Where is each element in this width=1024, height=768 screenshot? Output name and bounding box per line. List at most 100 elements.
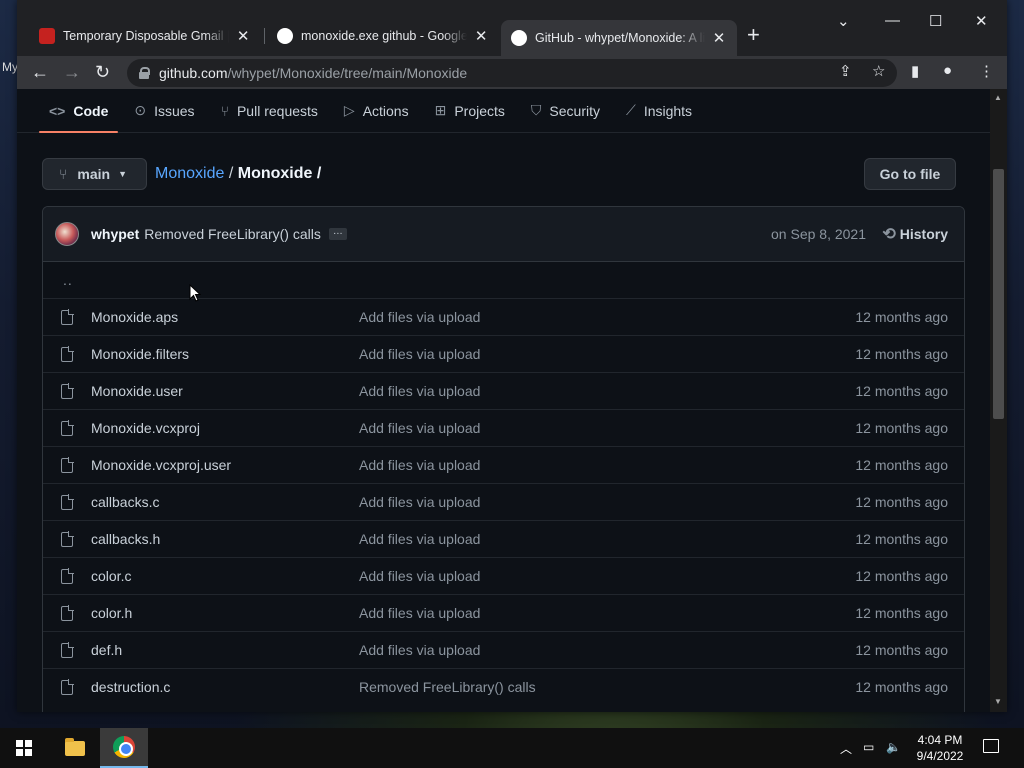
file-name-link[interactable]: color.h	[91, 605, 132, 621]
parent-directory-row[interactable]: ..	[43, 262, 964, 298]
taskbar-clock[interactable]: 4:04 PM 9/4/2022	[905, 732, 975, 764]
commit-expand-button[interactable]: …	[328, 227, 347, 240]
file-commit-message-link[interactable]: Add files via upload	[359, 605, 480, 621]
tab-temp-gmail[interactable]: Temporary Disposable Gmail | Te ✕	[29, 20, 261, 52]
google-icon	[277, 28, 293, 44]
table-row[interactable]: Monoxide.user Add files via upload 12 mont…	[43, 372, 964, 409]
file-commit-message-link[interactable]: Add files via upload	[359, 642, 480, 658]
avatar[interactable]	[55, 222, 79, 246]
lock-icon[interactable]	[139, 67, 150, 79]
file-name-link[interactable]: destruction.c	[91, 679, 170, 695]
minimize-button[interactable]: —	[885, 12, 900, 29]
table-row[interactable]: callbacks.h Add files via upload 12 months…	[43, 520, 964, 557]
breadcrumb-repo-link[interactable]: Monoxide	[155, 165, 224, 182]
table-row[interactable]: destruction.c Removed FreeLibrary() calls…	[43, 668, 964, 705]
desktop-icon-label[interactable]: My	[2, 60, 18, 74]
network-icon[interactable]: ▭	[863, 740, 874, 754]
file-commit-age: 12 months ago	[855, 531, 948, 547]
scrollbar-thumb[interactable]	[993, 169, 1004, 419]
new-tab-button[interactable]: +	[747, 24, 760, 46]
file-name-link[interactable]: Monoxide.vcxproj.user	[91, 457, 231, 473]
history-icon: ⟲	[882, 226, 896, 243]
table-row[interactable]: Monoxide.vcxproj Add files via upload 12 m…	[43, 409, 964, 446]
close-tab-icon[interactable]: ✕	[235, 27, 251, 45]
tab-projects[interactable]: ⊞ Projects	[435, 89, 505, 133]
file-commit-message-link[interactable]: Add files via upload	[359, 346, 480, 362]
file-commit-age: 12 months ago	[855, 568, 948, 584]
tab-insights[interactable]: ⟋ Insights	[626, 89, 692, 133]
commit-message-link[interactable]: Removed FreeLibrary() calls	[144, 226, 321, 242]
tab-security[interactable]: ⛉ Security	[531, 89, 600, 133]
go-to-file-button[interactable]: Go to file	[864, 158, 956, 190]
bookmark-star-icon[interactable]: ☆	[872, 62, 885, 80]
share-icon[interactable]: ⇪	[839, 62, 852, 80]
file-commit-age: 12 months ago	[855, 309, 948, 325]
table-row[interactable]: callbacks.c Add files via upload 12 months…	[43, 483, 964, 520]
notification-icon[interactable]	[983, 739, 999, 753]
mouse-cursor-icon	[189, 284, 201, 302]
menu-kebab-icon[interactable]: ⋮	[979, 62, 994, 80]
scroll-down-arrow-icon[interactable]: ▼	[994, 697, 1002, 706]
file-explorer-taskbar-button[interactable]	[51, 728, 99, 768]
address-bar[interactable]: github.com/whypet/Monoxide/tree/main/Mon…	[127, 59, 897, 87]
parent-directory-link[interactable]: ..	[63, 272, 73, 288]
tab-actions[interactable]: ▷ Actions	[344, 89, 409, 133]
file-name-link[interactable]: color.c	[91, 568, 131, 584]
tab-search-icon[interactable]: ⌄	[837, 12, 850, 30]
tab-strip: Temporary Disposable Gmail | Te ✕ monoxi…	[17, 0, 1007, 56]
forward-button[interactable]: →	[63, 61, 81, 83]
maximize-button[interactable]: ☐	[929, 12, 942, 30]
reload-button[interactable]: ↻	[95, 61, 110, 83]
file-name-link[interactable]: Monoxide.aps	[91, 309, 178, 325]
file-icon	[61, 420, 74, 436]
tab-pull-requests[interactable]: ⑂ Pull requests	[221, 89, 318, 133]
file-name-link[interactable]: callbacks.h	[91, 531, 160, 547]
table-row[interactable]: Monoxide.aps Add files via upload 12 month…	[43, 298, 964, 335]
commit-author-link[interactable]: whypet	[91, 226, 139, 242]
file-name-link[interactable]: def.h	[91, 642, 122, 658]
page-scrollbar[interactable]: ▲ ▼	[990, 89, 1007, 712]
table-row[interactable]: def.h Add files via upload 12 months ago	[43, 631, 964, 668]
file-name-link[interactable]: callbacks.c	[91, 494, 159, 510]
table-row[interactable]: color.h Add files via upload 12 months ago	[43, 594, 964, 631]
scroll-up-arrow-icon[interactable]: ▲	[994, 93, 1002, 102]
file-commit-message-link[interactable]: Add files via upload	[359, 531, 480, 547]
windows-taskbar: ︿ ▭ 🔈 4:04 PM 9/4/2022	[0, 728, 1024, 768]
branch-select-button[interactable]: ⑂ main ▼	[42, 158, 147, 190]
tab-code[interactable]: <> Code	[38, 89, 119, 133]
table-row[interactable]: color.c Add files via upload 12 months ago	[43, 557, 964, 594]
file-commit-message-link[interactable]: Add files via upload	[359, 309, 480, 325]
file-commit-message-link[interactable]: Add files via upload	[359, 420, 480, 436]
volume-icon[interactable]: 🔈	[886, 740, 901, 754]
code-icon: <>	[49, 102, 66, 119]
windows-start-icon[interactable]	[16, 740, 32, 756]
tab-issues[interactable]: ⊙ Issues	[134, 89, 194, 133]
table-row[interactable]: Monoxide.filters Add files via upload 12 m…	[43, 335, 964, 372]
close-tab-icon[interactable]: ✕	[473, 27, 489, 45]
file-commit-age: 12 months ago	[855, 642, 948, 658]
close-window-button[interactable]: ✕	[975, 12, 988, 30]
close-tab-icon[interactable]: ✕	[711, 29, 727, 47]
breadcrumb-trailing-separator: /	[316, 165, 322, 182]
file-commit-age: 12 months ago	[855, 679, 948, 695]
file-name-link[interactable]: Monoxide.vcxproj	[91, 420, 200, 436]
file-icon	[61, 568, 74, 584]
history-link[interactable]: ⟲ History	[882, 224, 948, 244]
file-commit-message-link[interactable]: Add files via upload	[359, 568, 480, 584]
side-panel-icon[interactable]: ▮	[911, 62, 919, 80]
file-name-link[interactable]: Monoxide.filters	[91, 346, 189, 362]
tab-google-search[interactable]: monoxide.exe github - Google S ✕	[267, 20, 499, 52]
chrome-taskbar-button[interactable]	[100, 728, 148, 768]
tab-github-active[interactable]: GitHub - whypet/Monoxide: A li ✕	[501, 20, 737, 56]
profile-icon[interactable]: ●	[943, 62, 952, 79]
file-commit-message-link[interactable]: Add files via upload	[359, 494, 480, 510]
file-commit-message-link[interactable]: Add files via upload	[359, 383, 480, 399]
file-icon	[61, 679, 74, 695]
table-icon: ⊞	[434, 102, 447, 118]
file-name-link[interactable]: Monoxide.user	[91, 383, 183, 399]
back-button[interactable]: ←	[31, 61, 49, 83]
file-commit-message-link[interactable]: Add files via upload	[359, 457, 480, 473]
file-commit-message-link[interactable]: Removed FreeLibrary() calls	[359, 679, 536, 695]
table-row[interactable]: Monoxide.vcxproj.user Add files via uploa…	[43, 446, 964, 483]
tray-chevron-up-icon[interactable]: ︿	[840, 740, 852, 757]
